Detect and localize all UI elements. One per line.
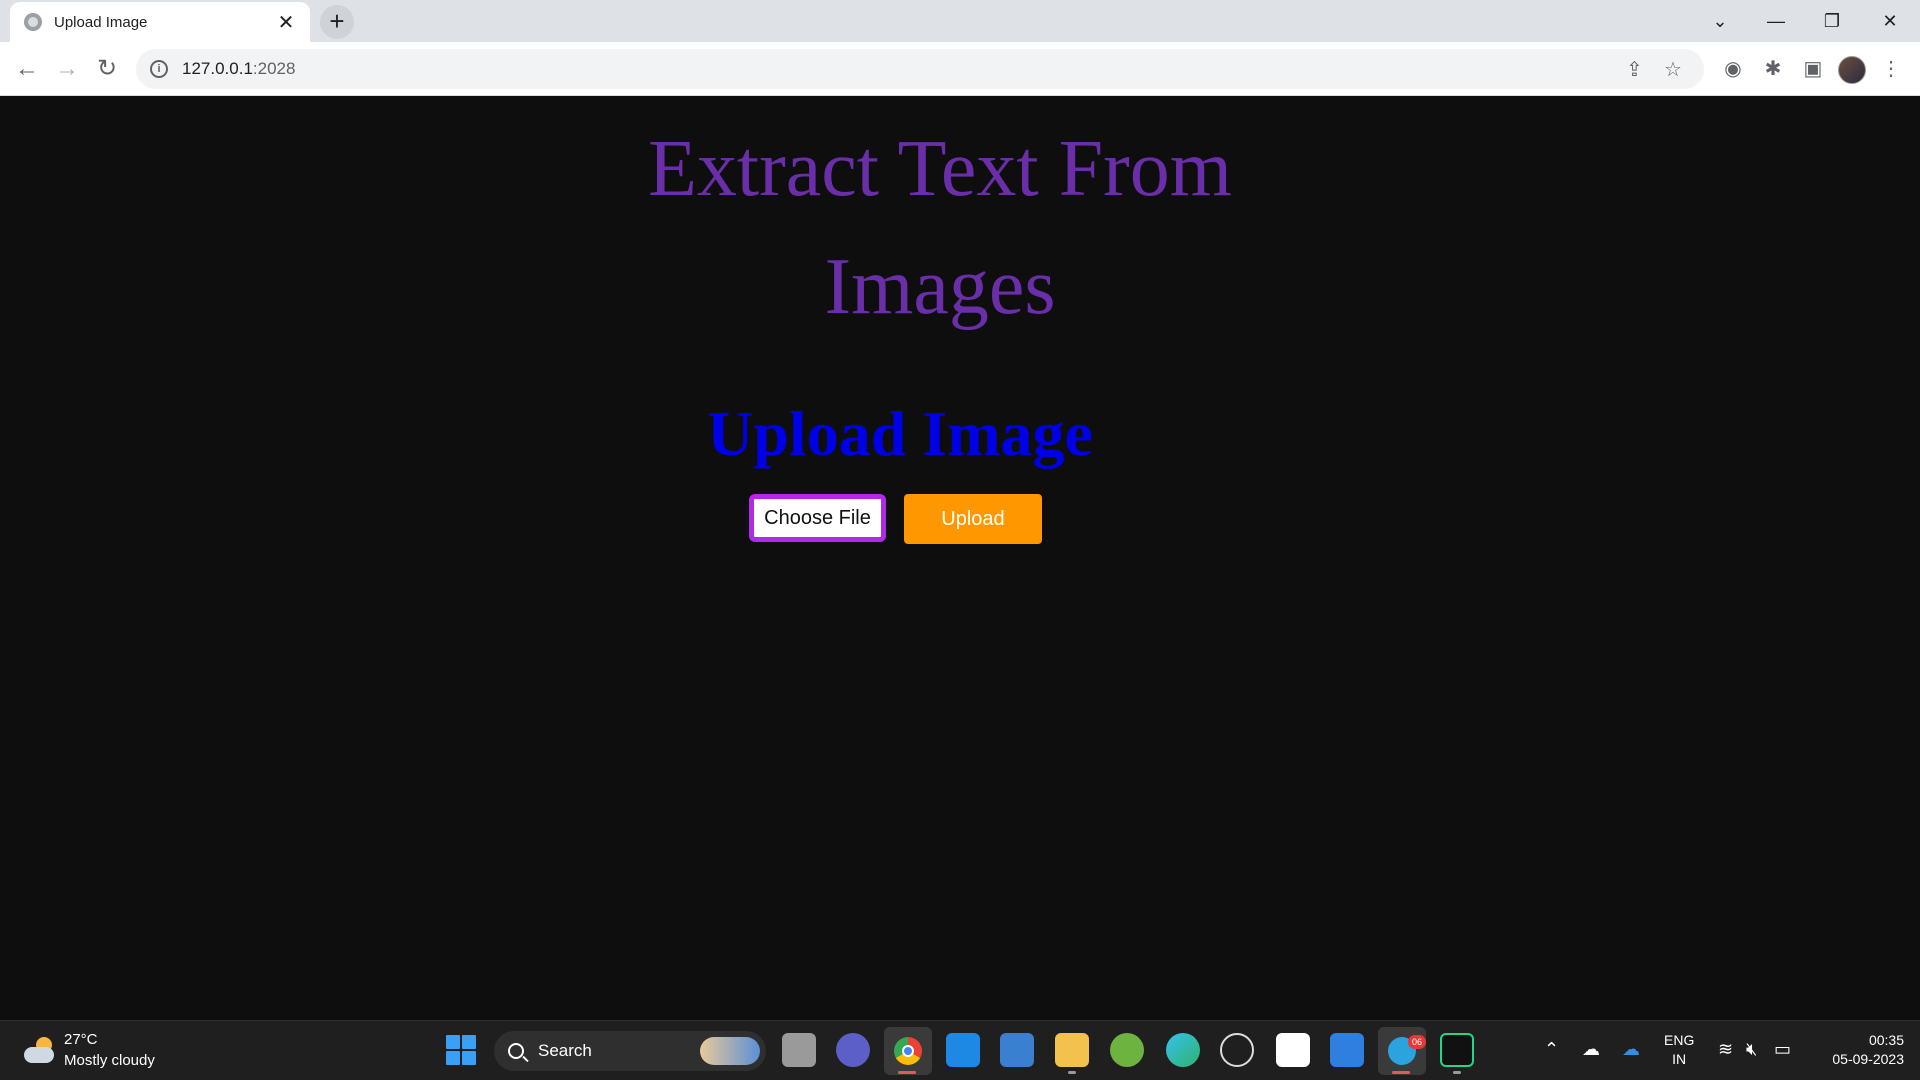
clock[interactable]: 00:35 05-09-2023 (1818, 1031, 1904, 1069)
cloud-sync-icon[interactable]: ☁ (1582, 1039, 1600, 1060)
dell-icon[interactable] (1220, 1033, 1254, 1067)
weather-desc[interactable]: Mostly cloudy (64, 1052, 155, 1069)
page-title: Extract Text From Images (648, 125, 1232, 331)
globe-icon (24, 13, 42, 31)
wifi-icon[interactable]: ≋ (1718, 1039, 1733, 1060)
share-icon[interactable]: ⇪ (1626, 57, 1643, 82)
battery-icon[interactable]: ▭ (1774, 1039, 1791, 1060)
taskbar-search[interactable]: Search (494, 1031, 766, 1071)
video-editor-icon[interactable] (1000, 1033, 1034, 1067)
telegram-running-indicator (1392, 1071, 1410, 1074)
sidepanel-icon[interactable]: ▣ (1798, 54, 1828, 84)
chrome-running-indicator (898, 1071, 916, 1074)
menu-icon[interactable]: ⋮ (1876, 54, 1906, 84)
pycharm-icon[interactable] (1440, 1033, 1474, 1067)
url-port: :2028 (252, 59, 296, 78)
windows-start-icon[interactable] (446, 1035, 476, 1065)
chevron-up-icon[interactable]: ⌃ (1544, 1039, 1559, 1060)
language-indicator[interactable]: ENG IN (1664, 1031, 1694, 1069)
onedrive-icon[interactable]: ☁ (1622, 1039, 1640, 1060)
region-code: IN (1672, 1051, 1687, 1067)
edge-icon[interactable] (1166, 1033, 1200, 1067)
search-highlight-icon (700, 1037, 760, 1065)
avatar[interactable] (1838, 56, 1866, 84)
address-bar[interactable]: i 127.0.0.1 :2028 ⇪ ☆ (136, 49, 1704, 89)
minimize-button[interactable]: — (1748, 0, 1804, 42)
explorer-running-indicator (1068, 1071, 1076, 1074)
weather-icon[interactable] (22, 1035, 56, 1065)
page-content: Extract Text From Images Upload Image Ch… (0, 96, 1920, 1020)
browser-tab[interactable]: Upload Image ✕ (10, 2, 310, 42)
tab-title: Upload Image (54, 13, 148, 31)
url-host: 127.0.0.1 (182, 59, 253, 78)
forward-icon[interactable]: → (50, 52, 84, 86)
back-icon[interactable]: ← (10, 52, 44, 86)
new-tab-button[interactable]: + (320, 5, 354, 39)
tab-search-icon[interactable]: ⌄ (1692, 0, 1748, 42)
weather-temp[interactable]: 27°C (64, 1031, 98, 1048)
folder-icon[interactable] (1055, 1033, 1089, 1067)
search-label: Search (538, 1041, 592, 1060)
taskbar: 27°C Mostly cloudy Search 06 ⌃ ☁ ☁ ENG I… (0, 1020, 1920, 1080)
clock-date: 05-09-2023 (1832, 1051, 1904, 1067)
chrome-app[interactable] (884, 1027, 932, 1075)
clock-time: 00:35 (1868, 1032, 1904, 1048)
info-icon[interactable]: i (150, 60, 168, 78)
upload-button[interactable]: Upload (904, 494, 1042, 544)
spring-icon[interactable] (1110, 1033, 1144, 1067)
volume-icon[interactable]: 🔇︎ (1746, 1039, 1757, 1060)
close-tab-icon[interactable]: ✕ (276, 10, 296, 35)
reload-icon[interactable]: ↻ (90, 52, 124, 86)
pycharm-running-indicator (1453, 1071, 1461, 1074)
language-code: ENG (1664, 1032, 1695, 1048)
telegram-badge: 06 (1408, 1035, 1426, 1049)
todo-icon[interactable] (1330, 1033, 1364, 1067)
upload-heading: Upload Image (707, 398, 1093, 469)
chrome-icon (894, 1037, 922, 1065)
teams-chat-icon[interactable] (836, 1033, 870, 1067)
browser-tab-bar: Upload Image ✕ + ⌄ — ❐ ✕ (0, 0, 1920, 42)
restore-button[interactable]: ❐ (1804, 0, 1860, 42)
browser-toolbar: ← → ↻ i 127.0.0.1 :2028 ⇪ ☆ ◉ ✱ ▣ ⋮ (0, 42, 1920, 96)
star-icon[interactable]: ☆ (1664, 57, 1682, 82)
mail-icon[interactable] (946, 1033, 980, 1067)
choose-file-button[interactable]: Choose File (749, 494, 886, 542)
task-view-icon[interactable] (782, 1033, 816, 1067)
search-icon (508, 1043, 524, 1059)
store-icon[interactable] (1276, 1033, 1310, 1067)
extension-status-icon[interactable]: ◉ (1718, 54, 1748, 84)
extension-icon[interactable]: ✱ (1758, 54, 1788, 84)
close-window-button[interactable]: ✕ (1862, 0, 1918, 42)
